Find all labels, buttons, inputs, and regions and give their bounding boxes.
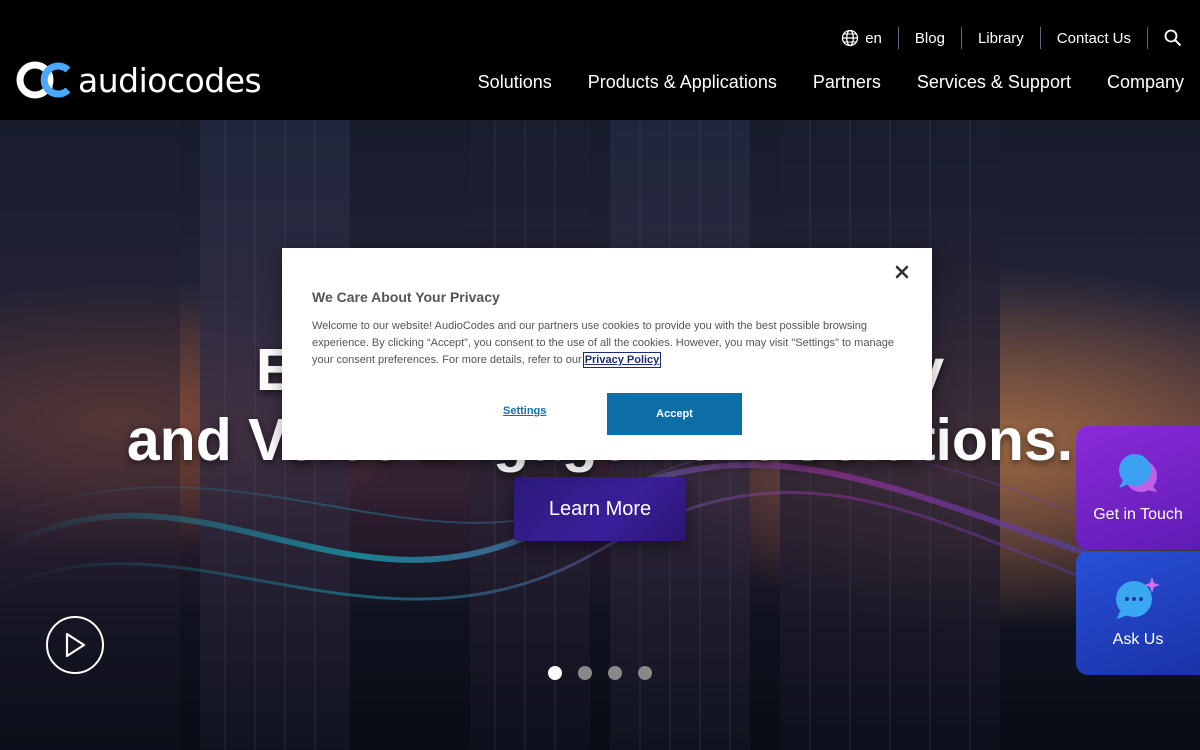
- ai-chat-icon: [1114, 573, 1162, 623]
- logo-text: audiocodes: [78, 60, 262, 100]
- play-video-button[interactable]: [46, 616, 104, 674]
- nav-item-products-applications[interactable]: Products & Applications: [588, 72, 777, 93]
- learn-more-button[interactable]: Learn More: [514, 477, 686, 541]
- language-selector[interactable]: en: [825, 26, 898, 50]
- utility-nav: en Blog Library Contact Us: [825, 26, 1182, 50]
- carousel-dots: [548, 666, 668, 680]
- carousel-dot-3[interactable]: [608, 666, 622, 680]
- carousel-dot-1[interactable]: [548, 666, 562, 680]
- audiocodes-logo[interactable]: audiocodes: [16, 58, 262, 102]
- privacy-policy-link[interactable]: Privacy Policy: [582, 352, 662, 368]
- ask-us-widget[interactable]: Ask Us: [1076, 551, 1200, 675]
- blog-link[interactable]: Blog: [899, 26, 961, 50]
- site-header: audiocodes en Blog Library Contact Us So…: [0, 0, 1200, 120]
- nav-item-partners[interactable]: Partners: [813, 72, 881, 93]
- main-nav: Solutions Products & Applications Partne…: [442, 70, 1184, 94]
- close-icon: [895, 265, 909, 279]
- carousel-dot-4[interactable]: [638, 666, 652, 680]
- nav-item-company[interactable]: Company: [1107, 72, 1184, 93]
- accept-button[interactable]: Accept: [607, 393, 742, 435]
- search-button[interactable]: [1148, 29, 1182, 47]
- get-in-touch-widget[interactable]: Get in Touch: [1076, 426, 1200, 550]
- language-label: en: [865, 29, 882, 47]
- nav-item-services-support[interactable]: Services & Support: [917, 72, 1071, 93]
- cookie-consent-dialog: We Care About Your Privacy Welcome to ou…: [282, 248, 932, 460]
- library-link[interactable]: Library: [962, 26, 1040, 50]
- ask-us-label: Ask Us: [1112, 631, 1164, 648]
- contact-us-link[interactable]: Contact Us: [1041, 26, 1147, 50]
- nav-item-solutions[interactable]: Solutions: [478, 72, 552, 93]
- chat-bubbles-icon: [1115, 448, 1161, 498]
- carousel-dot-2[interactable]: [578, 666, 592, 680]
- globe-icon: [841, 29, 859, 47]
- dialog-body: Welcome to our website! AudioCodes and o…: [312, 318, 902, 369]
- dialog-title: We Care About Your Privacy: [312, 289, 500, 305]
- logo-mark-icon: [16, 61, 71, 99]
- settings-button[interactable]: Settings: [503, 405, 546, 417]
- search-icon: [1164, 29, 1182, 47]
- close-button[interactable]: [892, 262, 912, 282]
- get-in-touch-label: Get in Touch: [1093, 506, 1183, 523]
- play-icon: [65, 632, 86, 658]
